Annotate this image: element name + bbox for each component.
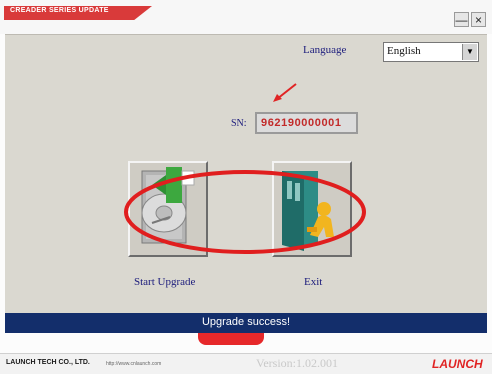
brand-logo: LAUNCH	[432, 357, 483, 371]
exit-label: Exit	[304, 276, 323, 288]
annotation-arrow-icon	[273, 83, 297, 102]
sn-label: SN:	[231, 118, 247, 129]
status-bar: Upgrade success!	[5, 313, 487, 333]
chevron-down-icon[interactable]: ▼	[462, 44, 477, 60]
status-message: Upgrade success!	[201, 316, 291, 328]
footer: LAUNCH TECH CO., LTD. http://www.cnlaunc…	[0, 353, 492, 374]
language-select[interactable]: English ▼	[383, 42, 479, 62]
annotation-ellipse	[124, 170, 366, 254]
sn-value: 962190000001	[261, 117, 342, 129]
start-upgrade-label: Start Upgrade	[134, 276, 196, 288]
version-text: Version:1.02.001	[256, 356, 338, 370]
minimize-button[interactable]: —	[454, 12, 469, 27]
close-button[interactable]: ×	[471, 12, 486, 27]
window-title: CREADER SERIES UPDATE	[10, 7, 109, 14]
updater-window: CREADER SERIES UPDATE — × Language Engli…	[0, 0, 492, 374]
title-bar[interactable]: CREADER SERIES UPDATE — ×	[0, 0, 492, 34]
language-label: Language	[303, 44, 347, 56]
sn-field: 962190000001	[255, 112, 358, 134]
status-highlight-mark	[198, 333, 264, 345]
website-link[interactable]: http://www.cnlaunch.com	[106, 361, 161, 367]
language-value: English	[387, 45, 421, 57]
company-name: LAUNCH TECH CO., LTD.	[6, 359, 90, 366]
